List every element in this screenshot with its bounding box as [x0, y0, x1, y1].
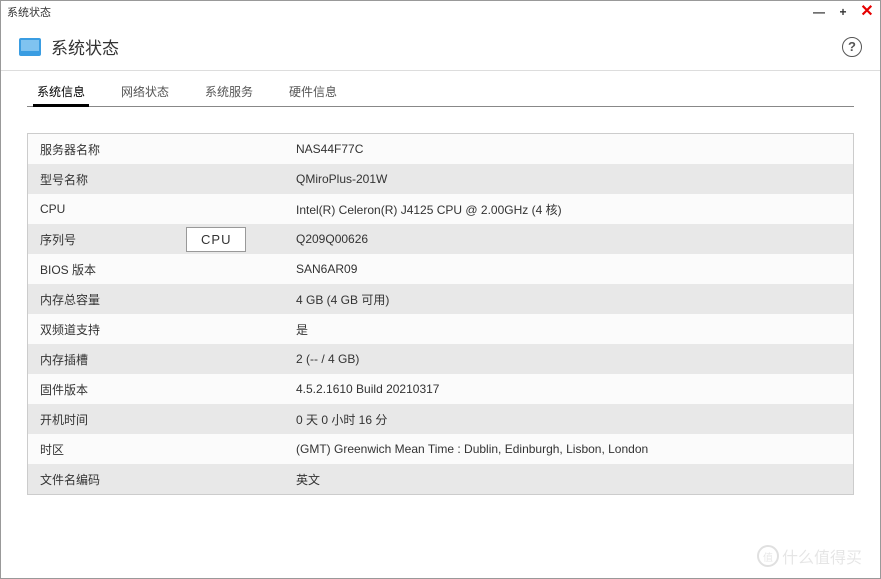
row-label: BIOS 版本	[40, 261, 296, 278]
tab-2[interactable]: 系统服务	[205, 83, 253, 106]
tab-1[interactable]: 网络状态	[121, 83, 169, 106]
table-row: 内存总容量 4 GB (4 GB 可用)	[28, 284, 853, 314]
row-label-text: 开机时间	[40, 411, 88, 428]
row-label: CPU	[40, 202, 296, 216]
row-value: 4 GB (4 GB 可用)	[296, 291, 841, 308]
row-label-text: 内存总容量	[40, 291, 100, 308]
table-row: BIOS 版本 SAN6AR09	[28, 254, 853, 284]
help-icon[interactable]: ?	[842, 37, 862, 57]
row-value: QMiroPlus-201W	[296, 172, 841, 186]
table-row: 固件版本 4.5.2.1610 Build 20210317	[28, 374, 853, 404]
row-label: 内存总容量	[40, 291, 296, 308]
row-label-text: 双频道支持	[40, 321, 100, 338]
table-row: 时区 (GMT) Greenwich Mean Time : Dublin, Ed…	[28, 434, 853, 464]
header: 系统状态 ?	[1, 23, 880, 71]
row-label: 文件名编码	[40, 471, 296, 488]
content-area: 系统信息 网络状态 系统服务 硬件信息 服务器名称 NAS44F77C 型号名称 QMiro…	[1, 71, 880, 578]
table-row: CPU Intel(R) Celeron(R) J4125 CPU @ 2.00G…	[28, 194, 853, 224]
row-label-text: CPU	[40, 202, 65, 216]
row-label: 内存插槽	[40, 351, 296, 368]
close-button[interactable]: ✕	[860, 5, 874, 19]
row-value: NAS44F77C	[296, 142, 841, 156]
row-value: Intel(R) Celeron(R) J4125 CPU @ 2.00GHz …	[296, 201, 841, 218]
row-label-text: 时区	[40, 441, 64, 458]
table-row: 型号名称 QMiroPlus-201W	[28, 164, 853, 194]
tab-0[interactable]: 系统信息	[37, 83, 85, 106]
row-value: Q209Q00626	[296, 232, 841, 246]
page-title: 系统状态	[51, 34, 842, 59]
row-label-text: 固件版本	[40, 381, 88, 398]
row-value: (GMT) Greenwich Mean Time : Dublin, Edin…	[296, 442, 841, 456]
row-label-text: 文件名编码	[40, 471, 100, 488]
row-label: 双频道支持	[40, 321, 296, 338]
cpu-badge: CPU	[186, 227, 246, 252]
titlebar: 系统状态 — + ✕	[1, 1, 880, 23]
table-row: 双频道支持 是	[28, 314, 853, 344]
window-controls: — + ✕	[812, 5, 874, 19]
monitor-icon	[19, 38, 41, 56]
row-label: 服务器名称	[40, 141, 296, 158]
maximize-button[interactable]: +	[836, 5, 850, 19]
table-row: 开机时间 0 天 0 小时 16 分	[28, 404, 853, 434]
row-label: 开机时间	[40, 411, 296, 428]
row-label: 序列号 CPU	[40, 227, 296, 252]
row-value: SAN6AR09	[296, 262, 841, 276]
tab-3[interactable]: 硬件信息	[289, 83, 337, 106]
table-row: 服务器名称 NAS44F77C	[28, 134, 853, 164]
row-label: 型号名称	[40, 171, 296, 188]
row-label-text: 内存插槽	[40, 351, 88, 368]
row-label: 固件版本	[40, 381, 296, 398]
system-info-table: 服务器名称 NAS44F77C 型号名称 QMiroPlus-201W CPU Intel…	[27, 133, 854, 495]
row-label: 时区	[40, 441, 296, 458]
row-value: 2 (-- / 4 GB)	[296, 352, 841, 366]
row-value: 4.5.2.1610 Build 20210317	[296, 382, 841, 396]
row-label-text: BIOS 版本	[40, 261, 96, 278]
table-row: 文件名编码 英文	[28, 464, 853, 494]
table-row: 序列号 CPU Q209Q00626	[28, 224, 853, 254]
row-label-text: 服务器名称	[40, 141, 100, 158]
system-status-window: 系统状态 — + ✕ 系统状态 ? 系统信息 网络状态 系统服务 硬件信息 服务器名称…	[0, 0, 881, 579]
row-value: 0 天 0 小时 16 分	[296, 411, 841, 428]
minimize-button[interactable]: —	[812, 5, 826, 19]
tabs: 系统信息 网络状态 系统服务 硬件信息	[27, 81, 854, 107]
table-row: 内存插槽 2 (-- / 4 GB)	[28, 344, 853, 374]
window-title: 系统状态	[7, 4, 812, 20]
row-value: 是	[296, 321, 841, 338]
row-label-text: 序列号	[40, 231, 76, 248]
row-value: 英文	[296, 471, 841, 488]
row-label-text: 型号名称	[40, 171, 88, 188]
